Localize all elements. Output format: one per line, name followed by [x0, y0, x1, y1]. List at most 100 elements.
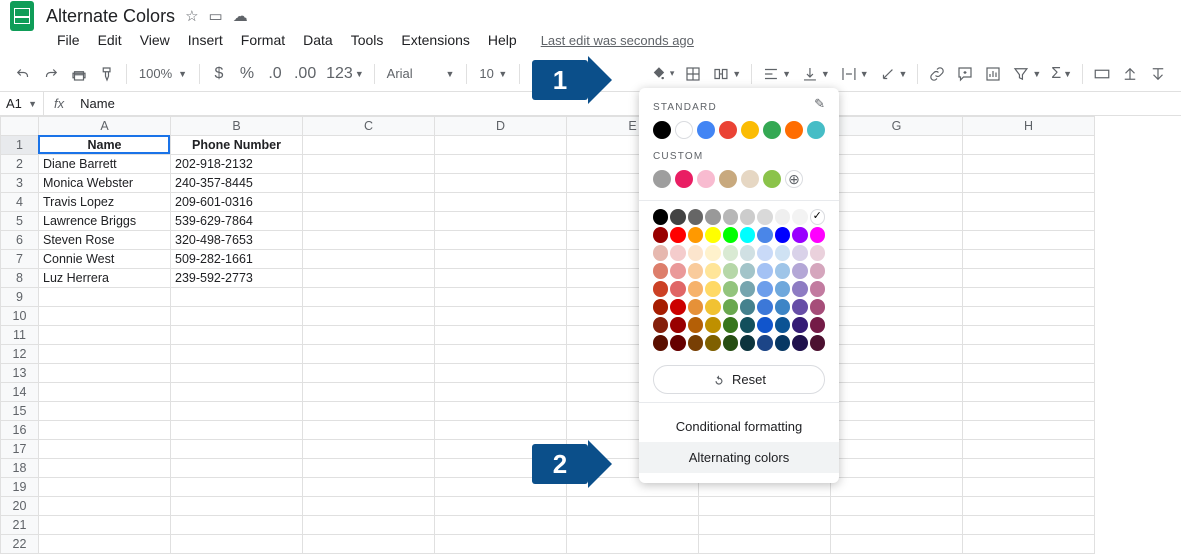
palette-swatch[interactable]: [723, 227, 738, 243]
text-wrap-button[interactable]: ▼: [836, 61, 873, 87]
standard-swatch[interactable]: [675, 121, 693, 139]
cell[interactable]: Steven Rose: [39, 231, 171, 250]
palette-swatch[interactable]: [740, 245, 755, 261]
cell[interactable]: [699, 535, 831, 554]
cell[interactable]: [303, 402, 435, 421]
row-header[interactable]: 4: [1, 193, 39, 212]
palette-swatch[interactable]: [653, 245, 668, 261]
palette-swatch[interactable]: [792, 335, 807, 351]
menu-insert[interactable]: Insert: [181, 30, 230, 50]
custom-swatch[interactable]: [719, 170, 737, 188]
cell[interactable]: [831, 155, 963, 174]
cell[interactable]: [435, 269, 567, 288]
cell[interactable]: [303, 155, 435, 174]
cell[interactable]: 320-498-7653: [171, 231, 303, 250]
undo-button[interactable]: [10, 61, 36, 87]
cell[interactable]: [171, 326, 303, 345]
cell[interactable]: [435, 421, 567, 440]
name-box[interactable]: A1▼: [0, 92, 44, 115]
palette-swatch[interactable]: [688, 317, 703, 333]
text-rotation-button[interactable]: ▼: [875, 61, 912, 87]
palette-swatch[interactable]: [757, 281, 772, 297]
custom-swatch[interactable]: [763, 170, 781, 188]
cell[interactable]: [963, 307, 1095, 326]
cell[interactable]: [963, 231, 1095, 250]
cell[interactable]: [435, 402, 567, 421]
palette-swatch[interactable]: [688, 299, 703, 315]
cell[interactable]: [303, 307, 435, 326]
palette-swatch[interactable]: [670, 299, 685, 315]
row-header[interactable]: 7: [1, 250, 39, 269]
cell[interactable]: [303, 421, 435, 440]
cell[interactable]: [171, 440, 303, 459]
cell[interactable]: [39, 288, 171, 307]
palette-swatch[interactable]: [792, 263, 807, 279]
standard-swatch[interactable]: [719, 121, 737, 139]
cell[interactable]: [39, 478, 171, 497]
palette-swatch[interactable]: [792, 209, 807, 225]
sheets-logo[interactable]: [10, 1, 34, 31]
cell[interactable]: [831, 535, 963, 554]
palette-swatch[interactable]: [688, 281, 703, 297]
cell[interactable]: 509-282-1661: [171, 250, 303, 269]
palette-swatch[interactable]: [740, 281, 755, 297]
palette-swatch[interactable]: [705, 317, 720, 333]
cell[interactable]: [435, 250, 567, 269]
cell[interactable]: [171, 459, 303, 478]
cell[interactable]: [831, 326, 963, 345]
cell[interactable]: [435, 497, 567, 516]
cell[interactable]: [435, 364, 567, 383]
cell[interactable]: [39, 345, 171, 364]
palette-swatch[interactable]: [757, 299, 772, 315]
row-header[interactable]: 16: [1, 421, 39, 440]
cell[interactable]: [39, 383, 171, 402]
menu-view[interactable]: View: [133, 30, 177, 50]
palette-swatch[interactable]: [653, 281, 668, 297]
palette-swatch[interactable]: [757, 209, 772, 225]
doc-title[interactable]: Alternate Colors: [46, 6, 175, 27]
menu-data[interactable]: Data: [296, 30, 340, 50]
palette-swatch[interactable]: [688, 263, 703, 279]
palette-swatch[interactable]: [757, 263, 772, 279]
functions-button[interactable]: Σ▼: [1047, 61, 1076, 87]
cell[interactable]: [39, 535, 171, 554]
palette-swatch[interactable]: [792, 317, 807, 333]
cell[interactable]: [303, 212, 435, 231]
cell[interactable]: [39, 402, 171, 421]
cell[interactable]: [39, 326, 171, 345]
cell[interactable]: [831, 497, 963, 516]
menu-edit[interactable]: Edit: [91, 30, 129, 50]
row-header[interactable]: 8: [1, 269, 39, 288]
cell[interactable]: [171, 345, 303, 364]
alternating-colors-link[interactable]: Alternating colors: [639, 442, 839, 473]
palette-swatch[interactable]: [740, 209, 755, 225]
palette-swatch[interactable]: [775, 227, 790, 243]
cell[interactable]: [303, 326, 435, 345]
row-header[interactable]: 1: [1, 136, 39, 155]
increase-decimal-button[interactable]: .00: [290, 61, 320, 87]
cell[interactable]: Luz Herrera: [39, 269, 171, 288]
palette-swatch[interactable]: [757, 245, 772, 261]
palette-swatch[interactable]: [723, 263, 738, 279]
cell[interactable]: Name: [39, 136, 171, 155]
cell[interactable]: [831, 269, 963, 288]
decrease-decimal-button[interactable]: .0: [262, 61, 288, 87]
cloud-status-icon[interactable]: ☁: [233, 7, 248, 25]
cell[interactable]: Lawrence Briggs: [39, 212, 171, 231]
palette-swatch[interactable]: [757, 317, 772, 333]
cell[interactable]: [831, 440, 963, 459]
palette-swatch[interactable]: [775, 245, 790, 261]
palette-swatch[interactable]: [723, 245, 738, 261]
row-header[interactable]: 10: [1, 307, 39, 326]
cell[interactable]: [303, 478, 435, 497]
cell[interactable]: [171, 307, 303, 326]
cell[interactable]: [831, 250, 963, 269]
cell[interactable]: [963, 269, 1095, 288]
cell[interactable]: [303, 345, 435, 364]
palette-swatch[interactable]: [653, 263, 668, 279]
custom-swatch[interactable]: [697, 170, 715, 188]
cell[interactable]: [831, 174, 963, 193]
palette-swatch[interactable]: [723, 317, 738, 333]
cell[interactable]: [963, 440, 1095, 459]
cell[interactable]: [39, 516, 171, 535]
